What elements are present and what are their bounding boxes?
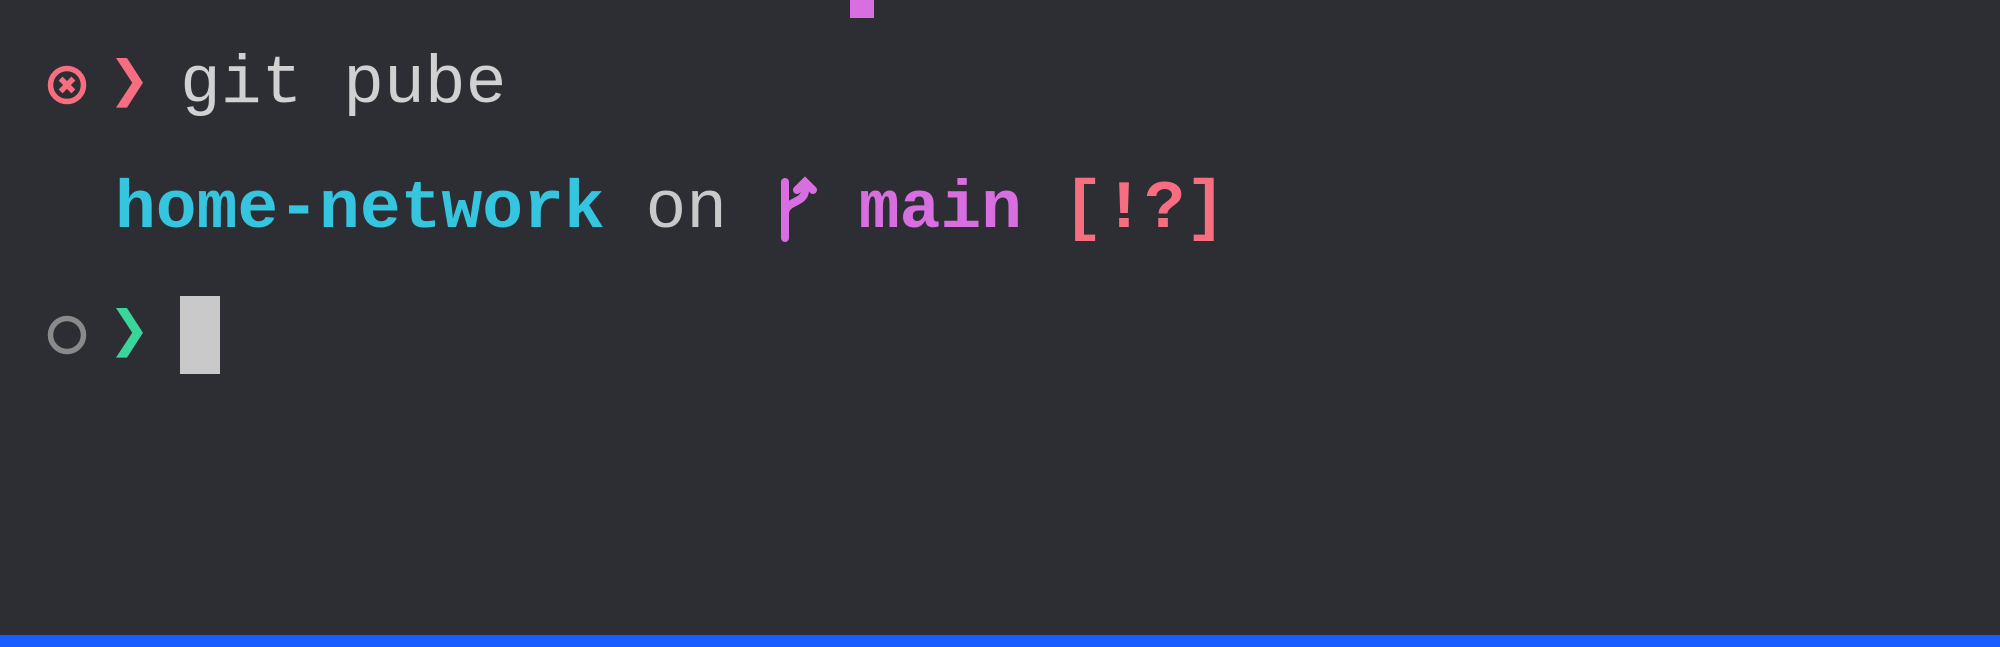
current-directory: home-network [115,166,605,254]
spacer [818,166,859,254]
git-branch-name: main [859,166,1022,254]
cursor-fragment [850,0,874,18]
error-status-icon [45,63,89,107]
ok-status-icon [45,313,89,357]
current-prompt-line[interactable]: ❯ [45,290,1955,380]
prompt-arrow-icon: ❯ [109,41,150,129]
terminal-output[interactable]: ❯ git pube home-network on main [!?] ❯ [0,0,2000,380]
git-branch-icon [768,174,818,246]
on-separator: on [605,166,768,254]
cursor[interactable] [180,296,220,374]
previous-command-line: ❯ git pube [45,40,1955,130]
window-accent-border [0,635,2000,647]
command-text: git pube [180,41,506,129]
git-dirty-status: [!?] [1063,166,1226,254]
prompt-arrow-icon: ❯ [109,291,150,379]
spacer [1022,166,1063,254]
context-info-line: home-network on main [!?] [45,165,1955,255]
